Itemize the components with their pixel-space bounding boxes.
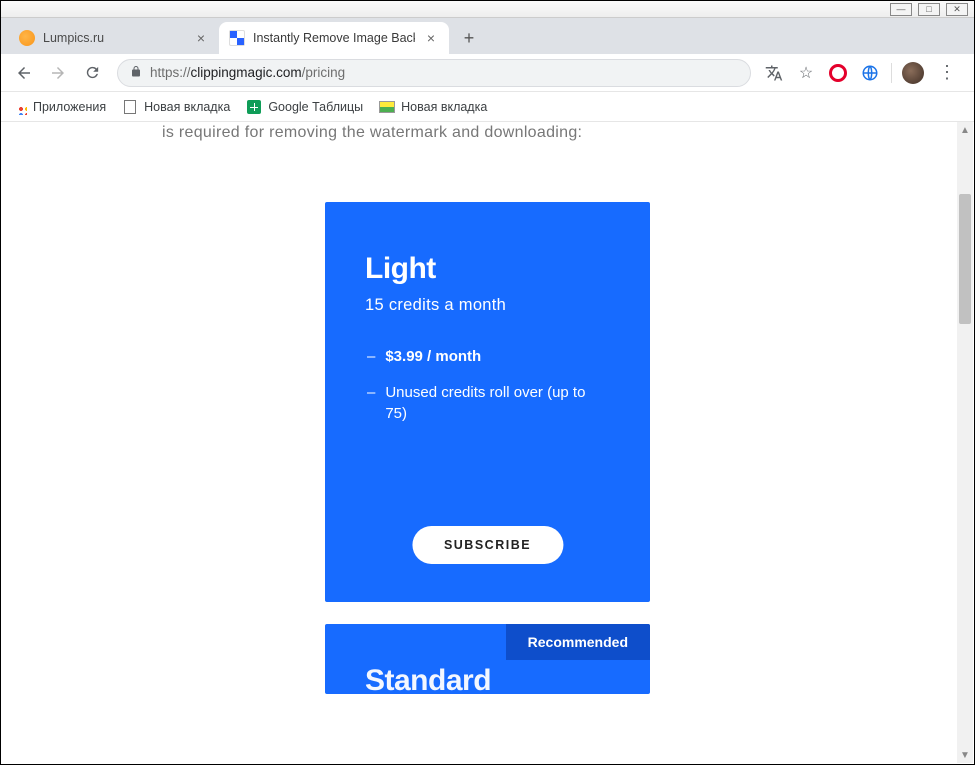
- window-close-button[interactable]: ✕: [946, 3, 968, 16]
- translate-icon[interactable]: [761, 60, 787, 86]
- subscribe-button[interactable]: SUBSCRIBE: [412, 526, 563, 564]
- toolbar: https://clippingmagic.com/pricing ☆ ⋮: [1, 54, 974, 92]
- tab-strip: Lumpics.ru × Instantly Remove Image Back…: [1, 18, 974, 54]
- arrow-left-icon: [15, 64, 33, 82]
- reload-icon: [84, 64, 101, 81]
- globe-icon[interactable]: [857, 60, 883, 86]
- avatar: [902, 62, 924, 84]
- bookmark-apps[interactable]: Приложения: [11, 99, 106, 115]
- lead-text: is required for removing the watermark a…: [162, 124, 953, 142]
- sheets-icon: [246, 99, 262, 115]
- forward-button[interactable]: [43, 58, 73, 88]
- close-tab-icon[interactable]: ×: [193, 30, 209, 46]
- opera-icon[interactable]: [825, 60, 851, 86]
- plan-subtitle: 15 credits a month: [365, 296, 610, 315]
- tab-clippingmagic[interactable]: Instantly Remove Image Backgro ×: [219, 22, 449, 54]
- page-content: ▲ ▼ is required for removing the waterma…: [2, 122, 973, 763]
- bookmark-label: Google Таблицы: [268, 100, 363, 114]
- plan-features: –$3.99 / month –Unused credits roll over…: [365, 347, 610, 424]
- window-minimize-button[interactable]: —: [890, 3, 912, 16]
- plan-name: Light: [365, 252, 610, 286]
- bookmark-newtab[interactable]: Новая вкладка: [122, 99, 230, 115]
- window-maximize-button[interactable]: □: [918, 3, 940, 16]
- bookmark-sheets[interactable]: Google Таблицы: [246, 99, 363, 115]
- pricing-card-light: Light 15 credits a month –$3.99 / month …: [325, 202, 650, 602]
- bookmark-label: Новая вкладка: [144, 100, 230, 114]
- scrollbar-thumb[interactable]: [959, 194, 971, 324]
- scroll-up-icon[interactable]: ▲: [957, 122, 973, 138]
- clippingmagic-favicon: [229, 30, 245, 46]
- tab-label: Instantly Remove Image Backgro: [253, 31, 415, 45]
- toolbar-right: ☆ ⋮: [761, 60, 966, 86]
- plan-rollover-row: –Unused credits roll over (up to 75): [365, 383, 610, 424]
- close-tab-icon[interactable]: ×: [423, 30, 439, 46]
- bookmark-newtab-2[interactable]: Новая вкладка: [379, 99, 487, 115]
- plan-name: Standard: [365, 664, 610, 694]
- bookmarks-bar: Приложения Новая вкладка Google Таблицы …: [1, 92, 974, 122]
- scroll-down-icon[interactable]: ▼: [957, 747, 973, 763]
- url-text: https://clippingmagic.com/pricing: [150, 65, 345, 80]
- bookmark-label: Новая вкладка: [401, 100, 487, 114]
- menu-button[interactable]: ⋮: [932, 62, 962, 83]
- profile-avatar[interactable]: [900, 60, 926, 86]
- apps-icon: [11, 99, 27, 115]
- document-icon: [122, 99, 138, 115]
- address-bar[interactable]: https://clippingmagic.com/pricing: [117, 59, 751, 87]
- pricing-card-standard: Recommended Standard: [325, 624, 650, 694]
- new-tab-button[interactable]: +: [455, 24, 483, 52]
- scrollbar-track[interactable]: ▲ ▼: [957, 122, 973, 763]
- recommended-badge: Recommended: [506, 624, 650, 660]
- tab-lumpics[interactable]: Lumpics.ru ×: [9, 22, 219, 54]
- window-titlebar: — □ ✕: [1, 1, 974, 18]
- star-icon[interactable]: ☆: [793, 60, 819, 86]
- separator: [891, 63, 892, 83]
- arrow-right-icon: [49, 64, 67, 82]
- back-button[interactable]: [9, 58, 39, 88]
- lumpics-favicon: [19, 30, 35, 46]
- picture-icon: [379, 99, 395, 115]
- reload-button[interactable]: [77, 58, 107, 88]
- bookmark-label: Приложения: [33, 100, 106, 114]
- tab-label: Lumpics.ru: [43, 31, 185, 45]
- lock-icon: [130, 65, 142, 81]
- plan-price-row: –$3.99 / month: [365, 347, 610, 367]
